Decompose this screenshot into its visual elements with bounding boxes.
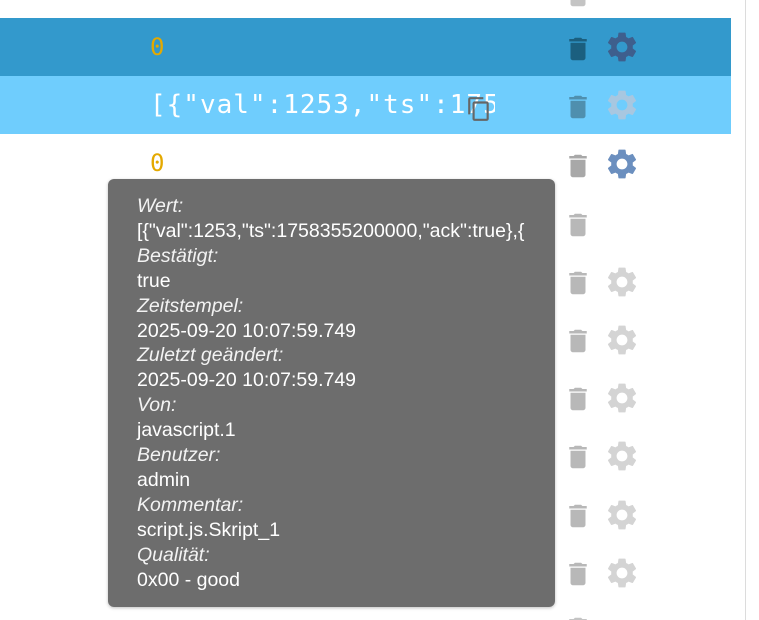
trash-icon[interactable] — [563, 499, 593, 533]
state-value: 0 — [150, 33, 165, 61]
tooltip-label-ack: Bestätigt: — [137, 244, 219, 267]
tooltip-label-timestamp: Zeitstempel: — [137, 294, 244, 317]
tooltip-value-user: admin — [137, 468, 191, 491]
tooltip-label-value: Wert: — [137, 195, 184, 217]
copy-icon[interactable] — [466, 94, 492, 124]
trash-icon[interactable] — [563, 90, 593, 124]
trash-icon[interactable] — [563, 149, 593, 183]
trash-icon[interactable] — [563, 440, 593, 474]
gear-icon[interactable] — [604, 264, 640, 300]
trash-icon[interactable] — [563, 266, 593, 300]
tooltip-value-last-change: 2025-09-20 10:07:59.749 — [137, 369, 357, 392]
state-tooltip: Wert: [{"val":1253,"ts":1758355200000,"a… — [108, 179, 555, 607]
trash-icon[interactable] — [563, 612, 593, 620]
tooltip-value-value: [{"val":1253,"ts":1758355200000,"ack":tr… — [137, 219, 525, 242]
gear-icon[interactable] — [604, 380, 640, 416]
tooltip-value-timestamp: 2025-09-20 10:07:59.749 — [137, 319, 357, 342]
object-browser-panel: 0 [{"val":1253,"ts":1758355200000,"ack":… — [0, 0, 759, 620]
trash-icon[interactable] — [563, 557, 593, 591]
gear-icon[interactable] — [604, 29, 640, 65]
tooltip-value-quality: 0x00 - good — [137, 568, 240, 591]
gear-icon[interactable] — [604, 322, 640, 358]
gear-icon[interactable] — [604, 438, 640, 474]
gear-icon[interactable] — [604, 555, 640, 591]
tooltip-value-from: javascript.1 — [137, 419, 236, 442]
trash-icon[interactable] — [563, 0, 593, 12]
tooltip-label-quality: Qualität: — [137, 543, 210, 566]
tooltip-label-comment: Kommentar: — [137, 493, 244, 516]
gear-icon[interactable] — [604, 87, 640, 123]
state-value: 0 — [150, 149, 165, 177]
panel-divider — [745, 0, 746, 620]
tooltip-label-user: Benutzer: — [137, 444, 221, 467]
gear-icon[interactable] — [604, 497, 640, 533]
tooltip-value-comment: script.js.Skript_1 — [137, 518, 281, 541]
gear-icon[interactable] — [604, 146, 640, 182]
trash-icon[interactable] — [563, 208, 593, 242]
trash-icon[interactable] — [563, 382, 593, 416]
tooltip-content: Wert: [{"val":1253,"ts":1758355200000,"a… — [137, 194, 555, 593]
tooltip-label-last-change: Zuletzt geändert: — [137, 344, 284, 367]
trash-icon[interactable] — [563, 324, 593, 358]
state-value-json: [{"val":1253,"ts":1758355200000,"ack":tr… — [150, 90, 495, 120]
trash-icon[interactable] — [563, 32, 593, 66]
tooltip-label-from: Von: — [137, 394, 177, 417]
tooltip-value-ack: true — [137, 269, 171, 292]
